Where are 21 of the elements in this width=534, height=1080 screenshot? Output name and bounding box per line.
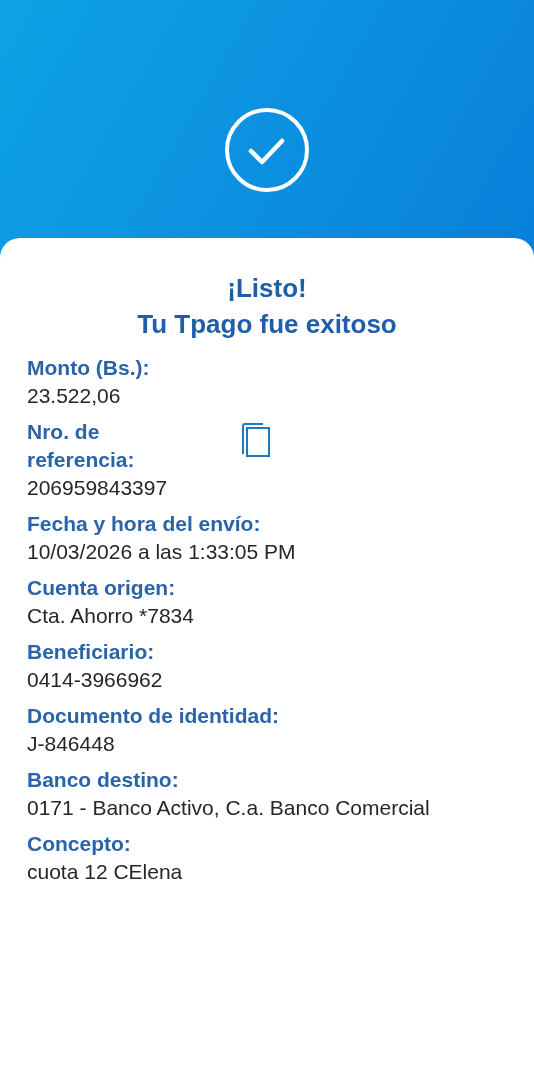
success-subtitle: Tu Tpago fue exitoso [136, 308, 398, 341]
copy-button[interactable] [241, 422, 271, 458]
field-label: Monto (Bs.): [27, 355, 151, 381]
checkmark-circle-icon [224, 107, 310, 193]
field-value: J-846448 [27, 731, 116, 757]
success-title: ¡Listo! [226, 272, 308, 305]
field-label: Beneficiario: [27, 639, 156, 665]
field-label: Banco destino: [27, 767, 180, 793]
field-value: 23.522,06 [27, 383, 122, 409]
field-label: Nro. de referencia: [27, 419, 136, 473]
field-value: 10/03/2026 a las 1:33:05 PM [27, 539, 297, 565]
field-label: Documento de identidad: [27, 703, 280, 729]
field-value: 0171 - Banco Activo, C.a. Banco Comercial [27, 795, 431, 821]
field-value: 206959843397 [27, 475, 169, 501]
field-value: Cta. Ahorro *7834 [27, 603, 195, 629]
copy-icon [241, 422, 271, 458]
field-value: 0414-3966962 [27, 667, 164, 693]
field-label: Fecha y hora del envío: [27, 511, 262, 537]
field-label: Concepto: [27, 831, 132, 857]
field-label: Cuenta origen: [27, 575, 177, 601]
field-value: cuota 12 CElena [27, 859, 184, 885]
